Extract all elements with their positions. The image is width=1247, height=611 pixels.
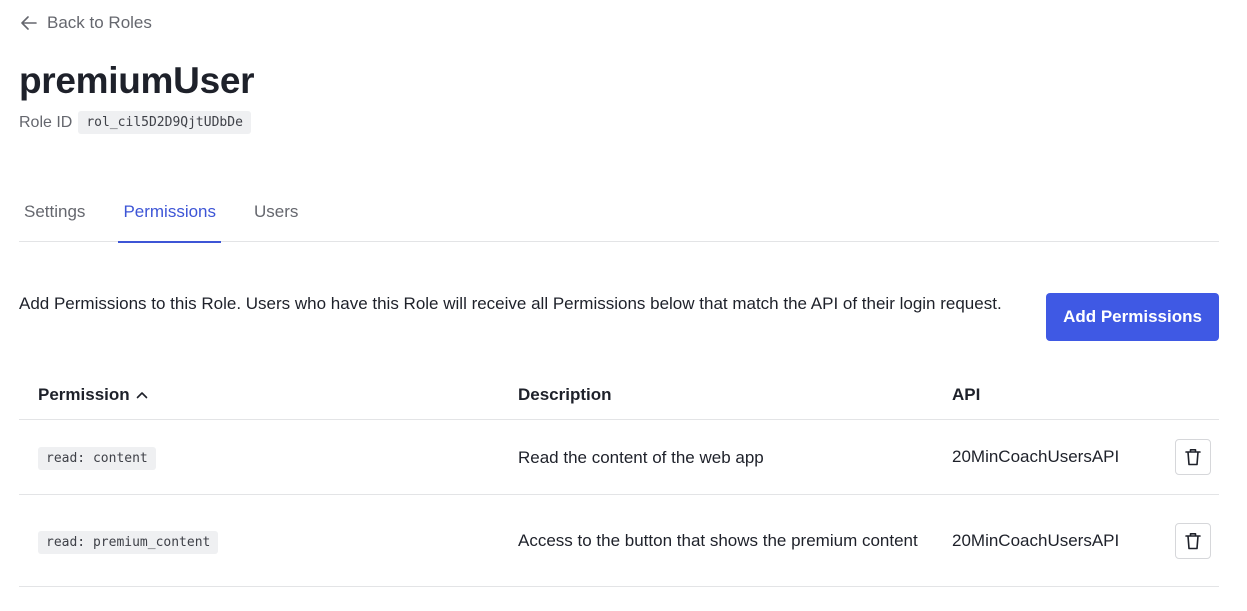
permission-api: 20MinCoachUsersAPI <box>952 447 1120 466</box>
role-id-value: rol_cil5D2D9QjtUDbDe <box>78 111 251 134</box>
permission-header-label: Permission <box>38 385 130 404</box>
delete-permission-button[interactable] <box>1175 522 1211 559</box>
arrow-left-icon <box>21 16 37 30</box>
trash-icon <box>1185 532 1201 549</box>
trash-icon <box>1185 449 1201 466</box>
description-column-header: Description <box>518 385 612 404</box>
api-column-header: API <box>952 385 981 404</box>
permission-chip: read: content <box>38 447 156 470</box>
tab-bar: Settings Permissions Users <box>19 190 1219 243</box>
tab-settings[interactable]: Settings <box>19 190 90 242</box>
role-detail-page: Back to Roles premiumUser Role ID rol_ci… <box>0 0 1247 611</box>
page-title: premiumUser <box>19 60 255 101</box>
add-permissions-button[interactable]: Add Permissions <box>1046 293 1219 341</box>
back-link-label: Back to Roles <box>47 13 152 32</box>
tab-users[interactable]: Users <box>249 190 303 242</box>
delete-permission-button[interactable] <box>1175 439 1211 475</box>
permissions-table: Permission Description API read: content… <box>19 371 1219 587</box>
permission-api: 20MinCoachUsersAPI <box>952 530 1120 550</box>
permission-chip: read: premium_content <box>38 530 219 554</box>
role-id-row: Role ID rol_cil5D2D9QjtUDbDe <box>19 111 251 134</box>
table-header: Permission Description API <box>19 371 1219 420</box>
table-row: read: premium_content Access to the butt… <box>19 495 1219 587</box>
role-id-label: Role ID <box>19 113 73 131</box>
permissions-intro-text: Add Permissions to this Role. Users who … <box>19 294 1002 313</box>
permission-description: Read the content of the web app <box>518 447 764 467</box>
permission-column-header[interactable]: Permission <box>19 385 499 405</box>
chevron-up-icon <box>136 392 147 399</box>
table-row: read: content Read the content of the we… <box>19 420 1219 495</box>
back-to-roles-link[interactable]: Back to Roles <box>21 13 152 33</box>
tab-permissions[interactable]: Permissions <box>118 190 221 243</box>
permission-description: Access to the button that shows the prem… <box>518 531 918 550</box>
